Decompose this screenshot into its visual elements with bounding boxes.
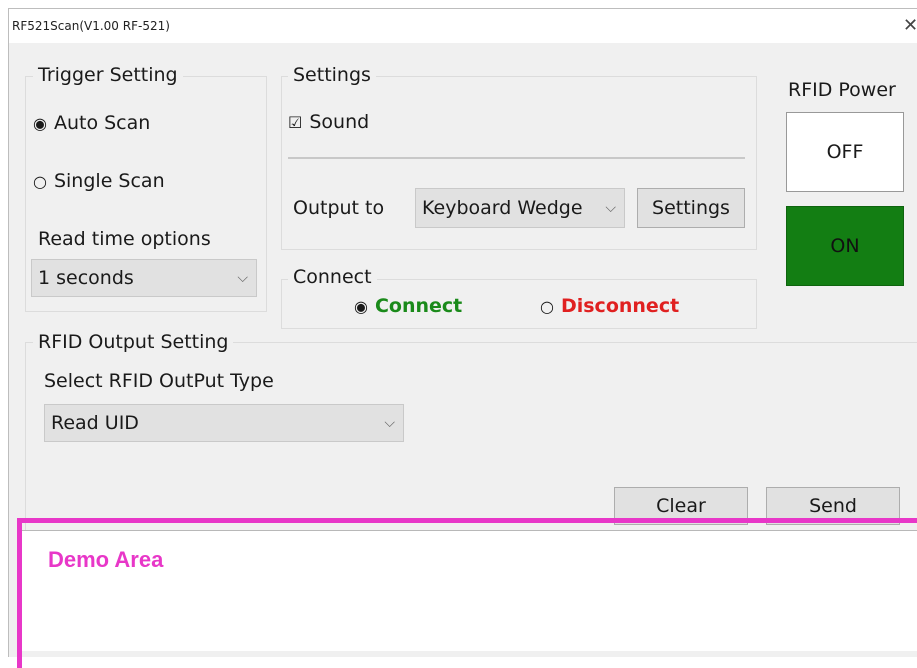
clear-button-label: Clear: [656, 495, 706, 517]
read-time-select[interactable]: 1 seconds ⌵: [31, 259, 257, 297]
disconnect-radio[interactable]: ○ Disconnect: [540, 295, 679, 317]
title-bar: RF521Scan(V1.00 RF-521) ✕: [9, 9, 917, 43]
radio-unselected-icon: ○: [33, 172, 47, 191]
radio-selected-icon: ◉: [354, 297, 368, 316]
radio-unselected-icon: ○: [540, 297, 554, 316]
settings-divider: [288, 157, 745, 159]
single-scan-radio[interactable]: ○ Single Scan: [33, 170, 165, 192]
power-on-label: ON: [830, 235, 860, 257]
output-type-label: Select RFID OutPut Type: [44, 370, 274, 392]
settings-button-label: Settings: [652, 197, 730, 219]
output-to-select[interactable]: Keyboard Wedge ⌵: [415, 188, 625, 228]
single-scan-label: Single Scan: [53, 170, 165, 192]
read-time-label: Read time options: [38, 228, 211, 250]
send-button-label: Send: [809, 495, 857, 517]
auto-scan-radio[interactable]: ◉ Auto Scan: [33, 112, 150, 134]
settings-legend: Settings: [288, 64, 376, 86]
chevron-down-icon: ⌵: [605, 200, 616, 216]
rfid-output-legend: RFID Output Setting: [33, 331, 234, 353]
chevron-down-icon: ⌵: [384, 415, 395, 431]
output-type-select[interactable]: Read UID ⌵: [44, 404, 404, 442]
window-title: RF521Scan(V1.00 RF-521): [12, 19, 170, 33]
checkbox-checked-icon: ☑: [288, 113, 303, 132]
output-type-value: Read UID: [51, 412, 139, 434]
output-to-value: Keyboard Wedge: [422, 197, 583, 219]
radio-selected-icon: ◉: [33, 114, 47, 133]
connect-radio[interactable]: ◉ Connect: [354, 295, 462, 317]
sound-label: Sound: [309, 111, 370, 133]
power-off-button[interactable]: OFF: [786, 112, 904, 192]
disconnect-label: Disconnect: [560, 295, 680, 317]
power-on-button[interactable]: ON: [786, 206, 904, 286]
connect-legend: Connect: [288, 266, 377, 288]
chevron-down-icon: ⌵: [237, 270, 248, 286]
read-time-value: 1 seconds: [38, 267, 134, 289]
connect-label: Connect: [374, 295, 463, 317]
settings-button[interactable]: Settings: [637, 188, 745, 228]
sound-checkbox[interactable]: ☑ Sound: [288, 111, 369, 133]
output-to-label: Output to: [293, 197, 385, 219]
power-off-label: OFF: [826, 141, 864, 163]
auto-scan-label: Auto Scan: [53, 112, 151, 134]
trigger-setting-legend: Trigger Setting: [33, 64, 183, 86]
demo-area-highlight: [17, 518, 917, 668]
close-icon[interactable]: ✕: [903, 15, 917, 36]
rfid-power-label: RFID Power: [788, 79, 896, 101]
demo-area-label: Demo Area: [48, 547, 164, 572]
